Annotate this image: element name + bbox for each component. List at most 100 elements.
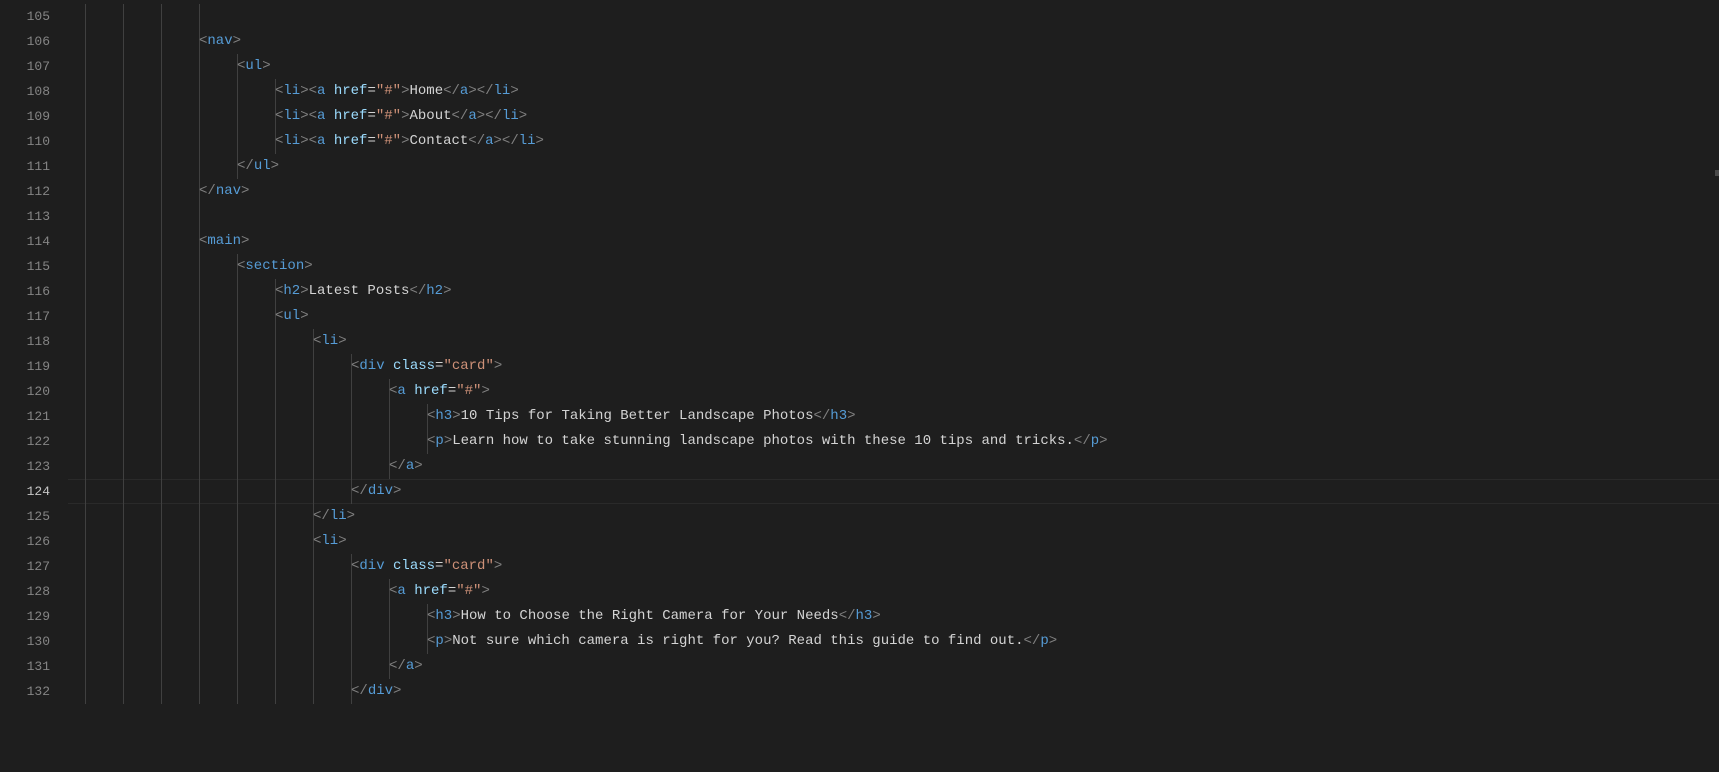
line-number[interactable]: 124 bbox=[0, 479, 68, 504]
vertical-scrollbar[interactable] bbox=[1705, 0, 1719, 772]
line-number[interactable]: 123 bbox=[0, 454, 68, 479]
line-number[interactable]: 107 bbox=[0, 54, 68, 79]
token-tag-bracket: </ bbox=[468, 133, 485, 149]
line-number[interactable]: 112 bbox=[0, 179, 68, 204]
code-line-content: <div class="card"> bbox=[68, 358, 502, 374]
line-number[interactable]: 131 bbox=[0, 654, 68, 679]
code-line-content: </ul> bbox=[68, 158, 279, 174]
token-tag-bracket: </ bbox=[389, 458, 406, 474]
code-line-content: <p>Learn how to take stunning landscape … bbox=[68, 433, 1108, 449]
line-number[interactable]: 120 bbox=[0, 379, 68, 404]
token-tag-name: a bbox=[397, 583, 405, 599]
token-attr-name: href bbox=[414, 383, 448, 399]
line-number[interactable]: 108 bbox=[0, 79, 68, 104]
code-line[interactable] bbox=[68, 4, 1719, 29]
code-line[interactable]: </div> bbox=[68, 479, 1719, 504]
line-number[interactable]: 109 bbox=[0, 104, 68, 129]
code-line[interactable]: <li> bbox=[68, 329, 1719, 354]
code-line[interactable]: </a> bbox=[68, 454, 1719, 479]
code-area[interactable]: <nav><ul><li><a href="#">Home</a></li><l… bbox=[68, 0, 1719, 772]
token-tag-bracket: > bbox=[494, 358, 502, 374]
line-number[interactable]: 106 bbox=[0, 29, 68, 54]
token-tag-name: div bbox=[359, 358, 384, 374]
token-attr-value: "#" bbox=[376, 108, 401, 124]
code-line[interactable]: <a href="#"> bbox=[68, 579, 1719, 604]
token-tag-bracket: > bbox=[393, 683, 401, 699]
token-tag-bracket: > bbox=[1099, 433, 1107, 449]
code-line[interactable]: </li> bbox=[68, 504, 1719, 529]
line-number-gutter[interactable]: 1051061071081091101111121131141151161171… bbox=[0, 0, 68, 772]
code-line-content: <h2>Latest Posts</h2> bbox=[68, 283, 451, 299]
code-line[interactable]: <p>Learn how to take stunning landscape … bbox=[68, 429, 1719, 454]
token-attr-value: "card" bbox=[443, 358, 493, 374]
code-editor[interactable]: 1051061071081091101111121131141151161171… bbox=[0, 0, 1719, 772]
code-line[interactable]: <li><a href="#">About</a></li> bbox=[68, 104, 1719, 129]
code-line[interactable]: <div class="card"> bbox=[68, 554, 1719, 579]
line-number[interactable]: 114 bbox=[0, 229, 68, 254]
token-tag-name: li bbox=[502, 108, 519, 124]
token-tag-name: a bbox=[485, 133, 493, 149]
token-tag-name: section bbox=[245, 258, 304, 274]
line-number[interactable]: 132 bbox=[0, 679, 68, 704]
token-tag-bracket: </ bbox=[443, 83, 460, 99]
code-line[interactable]: <li> bbox=[68, 529, 1719, 554]
line-number[interactable]: 118 bbox=[0, 329, 68, 354]
line-number[interactable]: 126 bbox=[0, 529, 68, 554]
code-line[interactable]: <li><a href="#">Home</a></li> bbox=[68, 79, 1719, 104]
code-line[interactable]: <nav> bbox=[68, 29, 1719, 54]
token-attr-eq: = bbox=[367, 108, 375, 124]
token-tag-bracket: > bbox=[304, 258, 312, 274]
line-number[interactable]: 111 bbox=[0, 154, 68, 179]
code-line-content: <section> bbox=[68, 258, 313, 274]
code-line[interactable]: </div> bbox=[68, 679, 1719, 704]
code-line-content: <ul> bbox=[68, 58, 271, 74]
line-number[interactable]: 105 bbox=[0, 4, 68, 29]
code-line-content: </nav> bbox=[68, 183, 249, 199]
code-line[interactable]: <p>Not sure which camera is right for yo… bbox=[68, 629, 1719, 654]
code-line[interactable]: <div class="card"> bbox=[68, 354, 1719, 379]
token-tag-bracket: > bbox=[271, 158, 279, 174]
code-line[interactable]: <ul> bbox=[68, 304, 1719, 329]
line-number[interactable]: 116 bbox=[0, 279, 68, 304]
code-line[interactable]: </nav> bbox=[68, 179, 1719, 204]
line-number[interactable]: 129 bbox=[0, 604, 68, 629]
token-tag-bracket: > bbox=[444, 433, 452, 449]
code-line[interactable]: <a href="#"> bbox=[68, 379, 1719, 404]
line-number[interactable]: 130 bbox=[0, 629, 68, 654]
line-number[interactable]: 119 bbox=[0, 354, 68, 379]
token-tag-bracket: > bbox=[393, 483, 401, 499]
token-tag-name: ul bbox=[283, 308, 300, 324]
line-number[interactable]: 121 bbox=[0, 404, 68, 429]
token-text bbox=[406, 583, 414, 599]
token-text: Home bbox=[409, 83, 443, 99]
line-number[interactable]: 128 bbox=[0, 579, 68, 604]
token-tag-name: li bbox=[519, 133, 536, 149]
token-attr-name: href bbox=[334, 108, 368, 124]
line-number[interactable]: 117 bbox=[0, 304, 68, 329]
code-line[interactable]: <h3>How to Choose the Right Camera for Y… bbox=[68, 604, 1719, 629]
code-line[interactable]: </a> bbox=[68, 654, 1719, 679]
code-line[interactable]: </ul> bbox=[68, 154, 1719, 179]
code-line[interactable]: <li><a href="#">Contact</a></li> bbox=[68, 129, 1719, 154]
code-line-content: </div> bbox=[68, 483, 401, 499]
code-line[interactable] bbox=[68, 204, 1719, 229]
line-number[interactable]: 115 bbox=[0, 254, 68, 279]
line-number[interactable]: 127 bbox=[0, 554, 68, 579]
code-line[interactable]: <h3>10 Tips for Taking Better Landscape … bbox=[68, 404, 1719, 429]
code-line[interactable]: <main> bbox=[68, 229, 1719, 254]
line-number[interactable]: 110 bbox=[0, 129, 68, 154]
code-line[interactable]: <h2>Latest Posts</h2> bbox=[68, 279, 1719, 304]
line-number[interactable]: 122 bbox=[0, 429, 68, 454]
code-line[interactable]: <ul> bbox=[68, 54, 1719, 79]
code-line-content: <nav> bbox=[68, 33, 241, 49]
token-tag-bracket: > bbox=[338, 533, 346, 549]
token-attr-name: class bbox=[393, 358, 435, 374]
token-attr-eq: = bbox=[367, 133, 375, 149]
token-attr-value: "#" bbox=[456, 383, 481, 399]
code-line[interactable]: <section> bbox=[68, 254, 1719, 279]
token-tag-name: li bbox=[494, 83, 511, 99]
token-tag-bracket: </ bbox=[351, 483, 368, 499]
line-number[interactable]: 125 bbox=[0, 504, 68, 529]
code-line-content: <li> bbox=[68, 533, 347, 549]
line-number[interactable]: 113 bbox=[0, 204, 68, 229]
